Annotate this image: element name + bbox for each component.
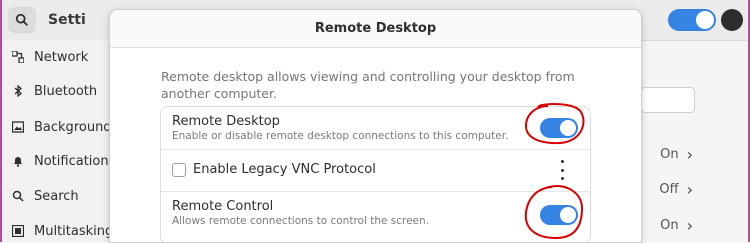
- window-border: [0, 0, 750, 242]
